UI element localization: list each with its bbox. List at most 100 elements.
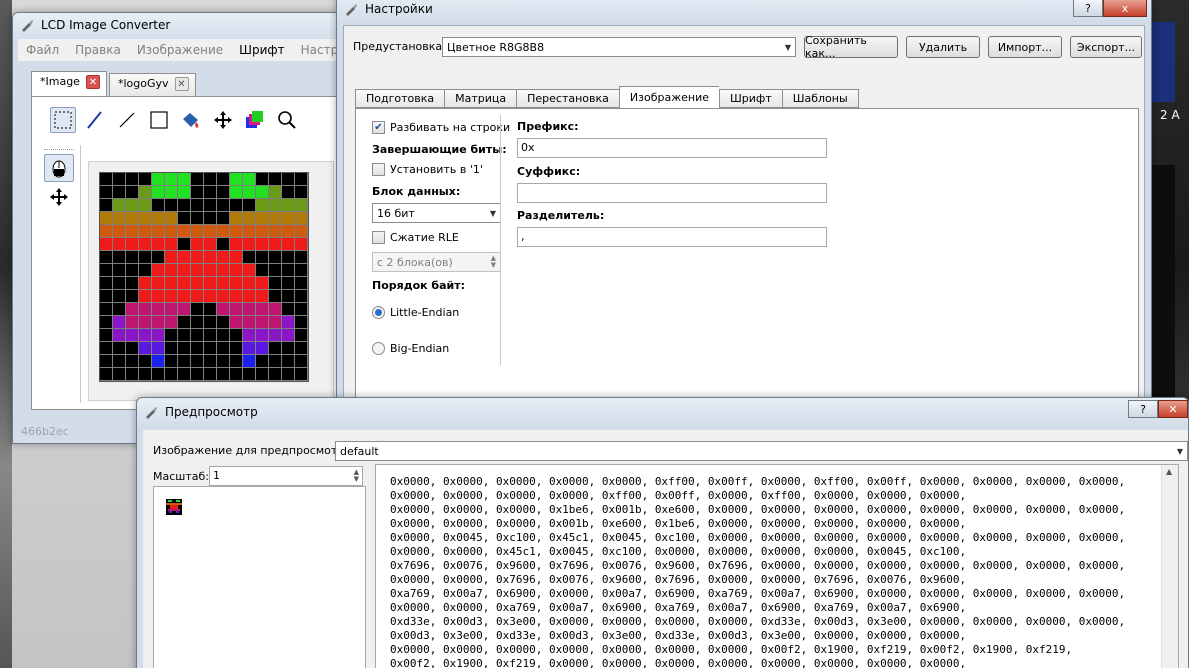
pixel-cell[interactable]	[256, 173, 269, 186]
pixel-cell[interactable]	[178, 368, 191, 381]
rle-checkbox[interactable]: Сжатие RLE	[372, 231, 459, 244]
pixel-cell[interactable]	[100, 225, 113, 238]
pixel-cell[interactable]	[165, 264, 178, 277]
pixel-cell[interactable]	[217, 186, 230, 199]
pixel-cell[interactable]	[256, 342, 269, 355]
pixel-cell[interactable]	[113, 342, 126, 355]
pixel-cell[interactable]	[152, 186, 165, 199]
pixel-cell[interactable]	[204, 212, 217, 225]
pixel-cell[interactable]	[139, 225, 152, 238]
pixel-cell[interactable]	[165, 368, 178, 381]
pixel-cell[interactable]	[243, 212, 256, 225]
pixel-cell[interactable]	[243, 238, 256, 251]
settings-titlebar[interactable]: Настройки	[337, 0, 1151, 17]
pixel-cell[interactable]	[295, 355, 308, 368]
pixel-cell[interactable]	[165, 225, 178, 238]
pixel-cell[interactable]	[139, 355, 152, 368]
menu-file[interactable]: Файл	[18, 43, 67, 57]
pixel-cell[interactable]	[191, 238, 204, 251]
pixel-cell[interactable]	[217, 277, 230, 290]
pixel-cell[interactable]	[256, 355, 269, 368]
pixel-cell[interactable]	[191, 329, 204, 342]
pixel-cell[interactable]	[256, 303, 269, 316]
pixel-cell[interactable]	[126, 264, 139, 277]
import-button[interactable]: Импорт...	[988, 36, 1062, 58]
pixel-cell[interactable]	[191, 342, 204, 355]
pixel-cell[interactable]	[269, 225, 282, 238]
pixel-cell[interactable]	[139, 329, 152, 342]
pixel-cell[interactable]	[204, 199, 217, 212]
pixel-cell[interactable]	[126, 329, 139, 342]
pixel-cell[interactable]	[204, 303, 217, 316]
pixel-cell[interactable]	[178, 264, 191, 277]
pixel-cell[interactable]	[165, 316, 178, 329]
pixel-cell[interactable]	[113, 303, 126, 316]
pixel-cell[interactable]	[139, 173, 152, 186]
pixel-cell[interactable]	[230, 173, 243, 186]
pixel-cell[interactable]	[100, 264, 113, 277]
preview-titlebar[interactable]: Предпросмотр	[137, 398, 1188, 426]
pixel-cell[interactable]	[139, 238, 152, 251]
pixel-cell[interactable]	[113, 199, 126, 212]
pan-tool-button[interactable]	[44, 184, 74, 210]
pixel-cell[interactable]	[295, 290, 308, 303]
scale-spinbox[interactable]: 1 ▲ ▼	[209, 466, 363, 486]
help-button[interactable]: ?	[1128, 400, 1158, 418]
pixel-cell[interactable]	[217, 251, 230, 264]
pixel-cell[interactable]	[243, 290, 256, 303]
pixel-cell[interactable]	[204, 186, 217, 199]
pixel-cell[interactable]	[113, 277, 126, 290]
pixel-cell[interactable]	[282, 212, 295, 225]
pixel-cell[interactable]	[295, 368, 308, 381]
pixel-cell[interactable]	[178, 225, 191, 238]
little-endian-radio[interactable]: Little-Endian	[372, 306, 459, 319]
pixel-cell[interactable]	[230, 186, 243, 199]
pixel-cell[interactable]	[165, 186, 178, 199]
pixel-cell[interactable]	[282, 225, 295, 238]
select-tool-button[interactable]	[50, 107, 76, 133]
pixel-cell[interactable]	[165, 290, 178, 303]
pixel-cell[interactable]	[282, 316, 295, 329]
preset-select[interactable]: Цветное R8G8B8 ▼	[442, 37, 796, 57]
pixel-cell[interactable]	[178, 173, 191, 186]
pixel-cell[interactable]	[230, 290, 243, 303]
prefix-input[interactable]: 0x	[517, 138, 827, 158]
pixel-cell[interactable]	[100, 212, 113, 225]
pixel-cell[interactable]	[191, 173, 204, 186]
pixel-cell[interactable]	[204, 368, 217, 381]
split-rows-checkbox[interactable]: ✔ Разбивать на строки	[372, 121, 510, 134]
set-to-one-checkbox[interactable]: Установить в '1'	[372, 163, 483, 176]
pixel-cell[interactable]	[113, 212, 126, 225]
pixel-cell[interactable]	[282, 290, 295, 303]
image-canvas[interactable]	[88, 161, 334, 401]
pixel-cell[interactable]	[256, 316, 269, 329]
tab-image[interactable]: Изображение	[618, 86, 720, 108]
pixel-cell[interactable]	[217, 264, 230, 277]
pixel-cell[interactable]	[126, 186, 139, 199]
menu-font[interactable]: Шрифт	[231, 43, 293, 57]
pixel-cell[interactable]	[191, 355, 204, 368]
pixel-cell[interactable]	[100, 251, 113, 264]
pixel-cell[interactable]	[152, 329, 165, 342]
pixel-grid[interactable]	[99, 172, 309, 382]
pixel-cell[interactable]	[165, 355, 178, 368]
pixel-cell[interactable]	[152, 251, 165, 264]
pixel-cell[interactable]	[126, 316, 139, 329]
pixel-cell[interactable]	[126, 290, 139, 303]
pixel-cell[interactable]	[204, 173, 217, 186]
rle-min-blocks-spinbox[interactable]: с 2 блока(ов) ▲ ▼	[372, 252, 501, 272]
pixel-cell[interactable]	[126, 303, 139, 316]
pixel-cell[interactable]	[113, 355, 126, 368]
pixel-cell[interactable]	[295, 199, 308, 212]
pixel-cell[interactable]	[230, 264, 243, 277]
pixel-cell[interactable]	[152, 212, 165, 225]
pixel-cell[interactable]	[113, 264, 126, 277]
pixel-cell[interactable]	[100, 303, 113, 316]
pixel-cell[interactable]	[113, 186, 126, 199]
pixel-cell[interactable]	[269, 264, 282, 277]
pixel-cell[interactable]	[100, 329, 113, 342]
pixel-cell[interactable]	[295, 212, 308, 225]
pixel-cell[interactable]	[139, 199, 152, 212]
pixel-cell[interactable]	[243, 186, 256, 199]
pixel-cell[interactable]	[100, 238, 113, 251]
